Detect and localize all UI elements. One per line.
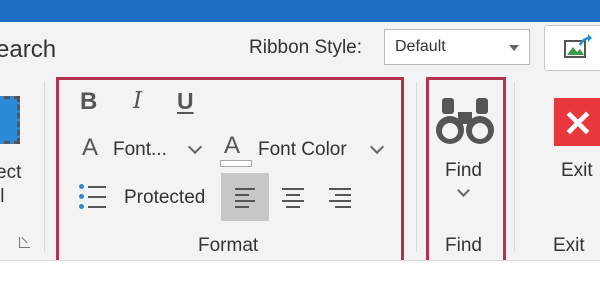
exit-button-label[interactable]: Exit xyxy=(561,160,593,182)
image-share-icon xyxy=(564,34,592,58)
ribbon-style-label: Ribbon Style: xyxy=(249,37,363,58)
search-tab-label[interactable]: earch xyxy=(0,36,56,64)
ribbon-style-select[interactable]: Default xyxy=(384,29,530,65)
select-all-label-line2: ll xyxy=(0,186,5,207)
exit-icon[interactable]: ✕ xyxy=(554,98,600,146)
select-all-icon xyxy=(0,96,20,144)
document-area xyxy=(0,260,600,301)
exit-group-label: Exit xyxy=(553,235,585,256)
close-icon: ✕ xyxy=(562,103,594,144)
chevron-down-icon xyxy=(509,45,519,51)
group-separator xyxy=(416,82,417,252)
ribbon-style-value: Default xyxy=(395,38,446,55)
group-separator xyxy=(514,82,515,252)
group-separator xyxy=(44,82,45,252)
select-all-label-line1: ect xyxy=(0,162,22,183)
format-group-highlight xyxy=(56,77,404,270)
title-bar xyxy=(0,0,600,22)
select-all-button[interactable]: ect ll xyxy=(0,92,34,252)
dialog-launcher-icon[interactable] xyxy=(19,237,30,248)
find-group-highlight xyxy=(426,77,506,270)
share-button[interactable] xyxy=(544,25,600,71)
